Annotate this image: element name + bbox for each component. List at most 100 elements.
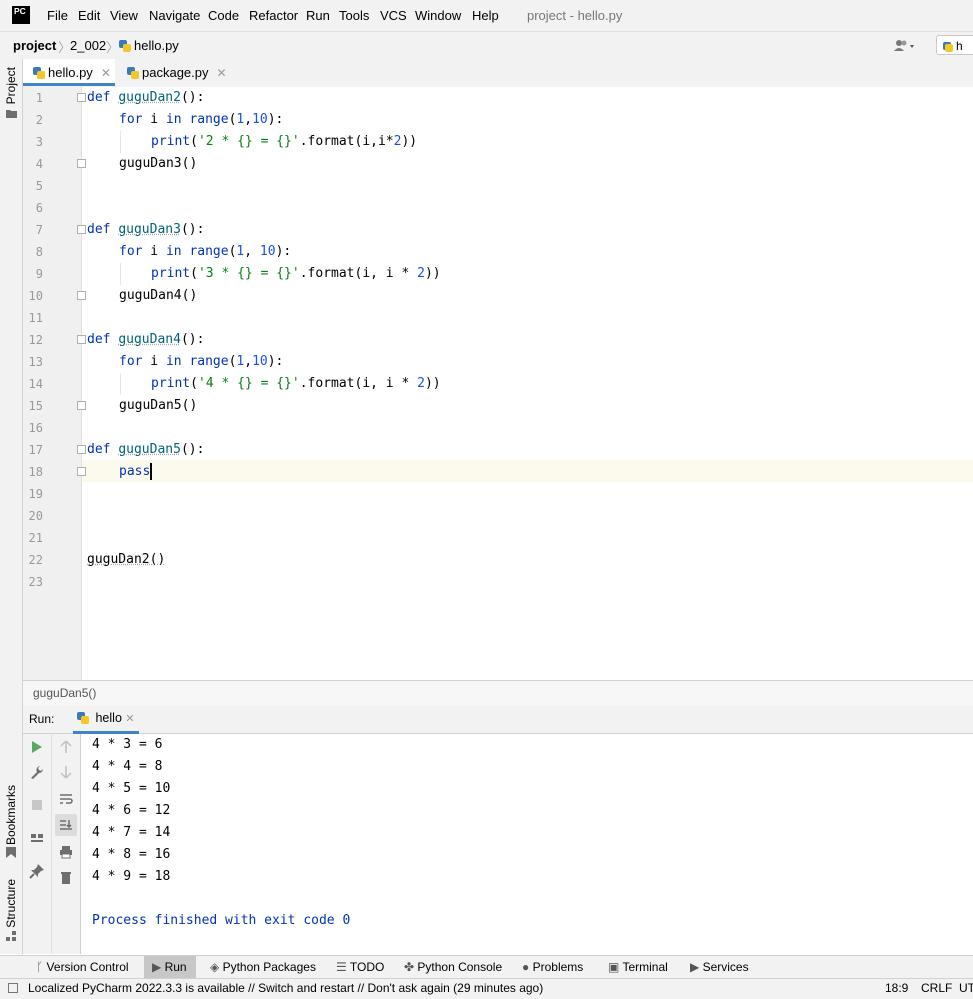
code-text: guguDan4() [119, 288, 198, 303]
navigation-bar: project 〉 2_002 〉 hello.py h [0, 31, 973, 61]
fold-marker-icon[interactable] [77, 225, 86, 234]
tool-tab-services[interactable]: ▶ Services [690, 956, 749, 979]
code-text: (): [180, 90, 205, 105]
line-number: 4 [35, 157, 43, 171]
line-number: 3 [35, 135, 43, 149]
structure-icon [6, 931, 16, 941]
tool-tab-label: Problems [532, 960, 584, 974]
print-icon[interactable] [58, 844, 74, 860]
function-name: guguDan2 [118, 90, 181, 105]
layout-icon[interactable] [29, 830, 45, 846]
tab-package-py[interactable]: package.py ✕ [117, 59, 227, 86]
code-breadcrumb[interactable]: guguDan5() [33, 686, 96, 700]
menu-help[interactable]: Help [472, 8, 499, 23]
file-encoding[interactable]: UT [959, 979, 973, 998]
caret-position[interactable]: 18:9 [885, 979, 908, 998]
code-text: , [244, 112, 253, 127]
builtin: range [189, 112, 229, 127]
square-icon[interactable] [8, 983, 18, 993]
keyword: for [119, 244, 143, 259]
tool-tab-todo[interactable]: ☰ TODO [336, 956, 384, 979]
tool-tab-label: Run [164, 960, 187, 974]
tool-tab-problems[interactable]: ● Problems [522, 956, 583, 979]
line-number: 8 [35, 245, 43, 259]
menu-vcs[interactable]: VCS [380, 8, 407, 23]
menu-tools[interactable]: Tools [339, 8, 369, 23]
tool-tab-python-packages[interactable]: ◈ Python Packages [210, 956, 316, 979]
line-number: 18 [28, 465, 43, 479]
structure-tool-tab[interactable]: Structure [4, 879, 18, 928]
fold-marker-icon[interactable] [77, 401, 86, 410]
trash-icon[interactable] [58, 869, 74, 885]
tool-tab-version-control[interactable]: ᚴ Version Control [30, 956, 135, 979]
line-number: 17 [28, 443, 43, 457]
wrench-icon[interactable] [29, 764, 45, 780]
builtin: print [151, 134, 191, 149]
menu-run[interactable]: Run [306, 8, 330, 23]
rerun-play-icon[interactable] [29, 739, 45, 755]
run-console-output[interactable]: 4 * 3 = 6 4 * 4 = 8 4 * 5 = 10 4 * 6 = 1… [81, 734, 973, 954]
keyword: def [87, 332, 111, 347]
services-icon: ▶ [690, 960, 703, 974]
soft-wrap-icon[interactable] [58, 791, 74, 807]
fold-marker-icon[interactable] [77, 445, 86, 454]
line-number: 19 [28, 487, 43, 501]
line-number: 15 [28, 399, 43, 413]
status-message[interactable]: Localized PyCharm 2022.3.3 is available … [28, 979, 543, 998]
bottom-tool-window-bar: ᚴ Version Control ▶ Run ◈ Python Package… [0, 955, 973, 979]
tool-tab-run[interactable]: ▶ Run [144, 956, 196, 979]
builtin: range [189, 354, 229, 369]
breadcrumb-project[interactable]: project [13, 38, 56, 53]
fold-marker-icon[interactable] [77, 93, 86, 102]
menu-edit[interactable]: Edit [78, 8, 100, 23]
tool-tab-terminal[interactable]: ▣ Terminal [608, 956, 668, 979]
tab-hello-py[interactable]: hello.py ✕ [23, 59, 115, 86]
tool-tab-python-console[interactable]: ✤ Python Console [404, 956, 502, 979]
project-tool-tab[interactable]: Project [4, 67, 18, 104]
python-console-icon: ✤ [404, 960, 418, 974]
fold-marker-icon[interactable] [77, 335, 86, 344]
bookmarks-tool-tab[interactable]: Bookmarks [4, 785, 18, 845]
line-number: 1 [35, 91, 43, 105]
tool-tab-label: TODO [349, 960, 385, 974]
close-icon[interactable]: ✕ [101, 66, 111, 80]
arrow-down-icon[interactable] [58, 764, 74, 780]
arrow-up-icon[interactable] [58, 739, 74, 755]
menu-file[interactable]: File [47, 8, 68, 23]
keyword: in [165, 354, 182, 369]
user-account-icon[interactable] [893, 38, 919, 54]
run-config-selector[interactable]: h [936, 35, 973, 55]
line-separator[interactable]: CRLF [921, 979, 952, 998]
menu-view[interactable]: View [110, 8, 138, 23]
menu-bar: PC File Edit View Navigate Code Refactor… [0, 0, 973, 31]
tool-tab-label: Version Control [46, 960, 129, 974]
python-file-icon [127, 67, 139, 79]
tool-tab-label: Terminal [622, 960, 668, 974]
run-tab-hello[interactable]: hello ✕ [73, 706, 139, 734]
code-text: ): [267, 354, 284, 369]
breadcrumb-file[interactable]: hello.py [119, 38, 179, 53]
stop-icon[interactable] [29, 797, 45, 813]
number: 10 [252, 112, 268, 127]
close-icon[interactable]: ✕ [217, 66, 227, 80]
pin-icon[interactable] [29, 863, 45, 879]
menu-refactor[interactable]: Refactor [249, 8, 298, 23]
breadcrumb-folder[interactable]: 2_002 [70, 38, 106, 53]
close-icon[interactable]: ✕ [125, 713, 134, 725]
fold-marker-icon[interactable] [77, 467, 86, 476]
run-tab-label: hello [95, 711, 122, 725]
code-text: (): [180, 332, 205, 347]
menu-window[interactable]: Window [415, 8, 461, 23]
line-number: 2 [35, 113, 43, 127]
number: 2 [417, 376, 425, 391]
fold-marker-icon[interactable] [77, 159, 86, 168]
keyword: pass [119, 464, 151, 479]
fold-marker-icon[interactable] [77, 291, 86, 300]
code-text: i [142, 112, 166, 127]
menu-code[interactable]: Code [208, 8, 239, 23]
line-number: 16 [28, 421, 43, 435]
code-line-1: def guguDan2(): [87, 87, 204, 109]
menu-navigate[interactable]: Navigate [149, 8, 200, 23]
run-config-label: h [956, 39, 963, 53]
branch-icon: ᚴ [36, 960, 47, 974]
